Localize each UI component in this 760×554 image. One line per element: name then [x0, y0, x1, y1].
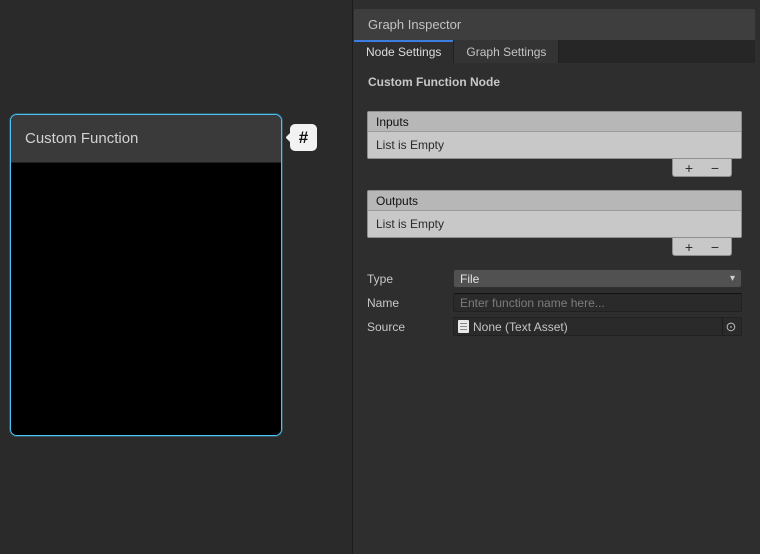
graph-canvas[interactable]: Custom Function # [0, 0, 352, 554]
custom-function-node[interactable]: Custom Function [10, 114, 282, 436]
type-field-row: Type File ▾ [367, 269, 742, 288]
type-dropdown[interactable]: File ▾ [453, 269, 742, 288]
tab-graph-settings[interactable]: Graph Settings [454, 40, 559, 63]
chevron-down-icon: ▾ [730, 273, 735, 284]
inputs-list: Inputs List is Empty [367, 111, 742, 159]
inspector-tabbar: Node Settings Graph Settings [354, 40, 755, 63]
type-label: Type [367, 272, 453, 286]
tab-node-settings[interactable]: Node Settings [354, 40, 454, 63]
inspector-content: Custom Function Node Inputs List is Empt… [354, 63, 755, 554]
custom-function-hash-badge[interactable]: # [290, 124, 317, 151]
graph-inspector-panel: Graph Inspector Node Settings Graph Sett… [352, 0, 760, 554]
inspector-header[interactable]: Graph Inspector [354, 9, 755, 40]
inputs-list-footer-buttons: + − [672, 159, 732, 177]
node-body [11, 163, 281, 436]
spacer [367, 177, 742, 190]
inputs-add-button[interactable]: + [678, 160, 700, 176]
outputs-list-footer-buttons: + − [672, 238, 732, 256]
inputs-list-footer: + − [367, 159, 742, 177]
source-object-value: None (Text Asset) [473, 320, 568, 334]
node-title-bar[interactable]: Custom Function [11, 115, 281, 163]
source-label: Source [367, 320, 453, 334]
text-asset-icon [458, 320, 469, 333]
tab-graph-settings-label: Graph Settings [466, 45, 546, 59]
inputs-list-empty-row: List is Empty [368, 132, 741, 158]
type-dropdown-value: File [460, 272, 479, 286]
name-label: Name [367, 296, 453, 310]
outputs-list-footer: + − [367, 238, 742, 256]
object-picker-icon[interactable]: ⊙ [722, 318, 739, 335]
outputs-remove-button[interactable]: − [704, 239, 726, 255]
source-field-row: Source None (Text Asset) ⊙ [367, 317, 742, 336]
field-group: Type File ▾ Name Source None (Text Asset… [367, 269, 742, 336]
outputs-list: Outputs List is Empty [367, 190, 742, 238]
function-name-input[interactable] [453, 293, 742, 312]
name-field-row: Name [367, 293, 742, 312]
hash-icon: # [299, 128, 308, 148]
outputs-list-empty-row: List is Empty [368, 211, 741, 237]
tab-node-settings-label: Node Settings [366, 45, 441, 59]
outputs-add-button[interactable]: + [678, 239, 700, 255]
source-object-field[interactable]: None (Text Asset) ⊙ [453, 317, 742, 336]
section-title: Custom Function Node [368, 75, 742, 89]
inspector-title: Graph Inspector [368, 17, 461, 32]
outputs-list-header: Outputs [368, 191, 741, 211]
node-title: Custom Function [25, 130, 138, 147]
inputs-remove-button[interactable]: − [704, 160, 726, 176]
inputs-list-header: Inputs [368, 112, 741, 132]
